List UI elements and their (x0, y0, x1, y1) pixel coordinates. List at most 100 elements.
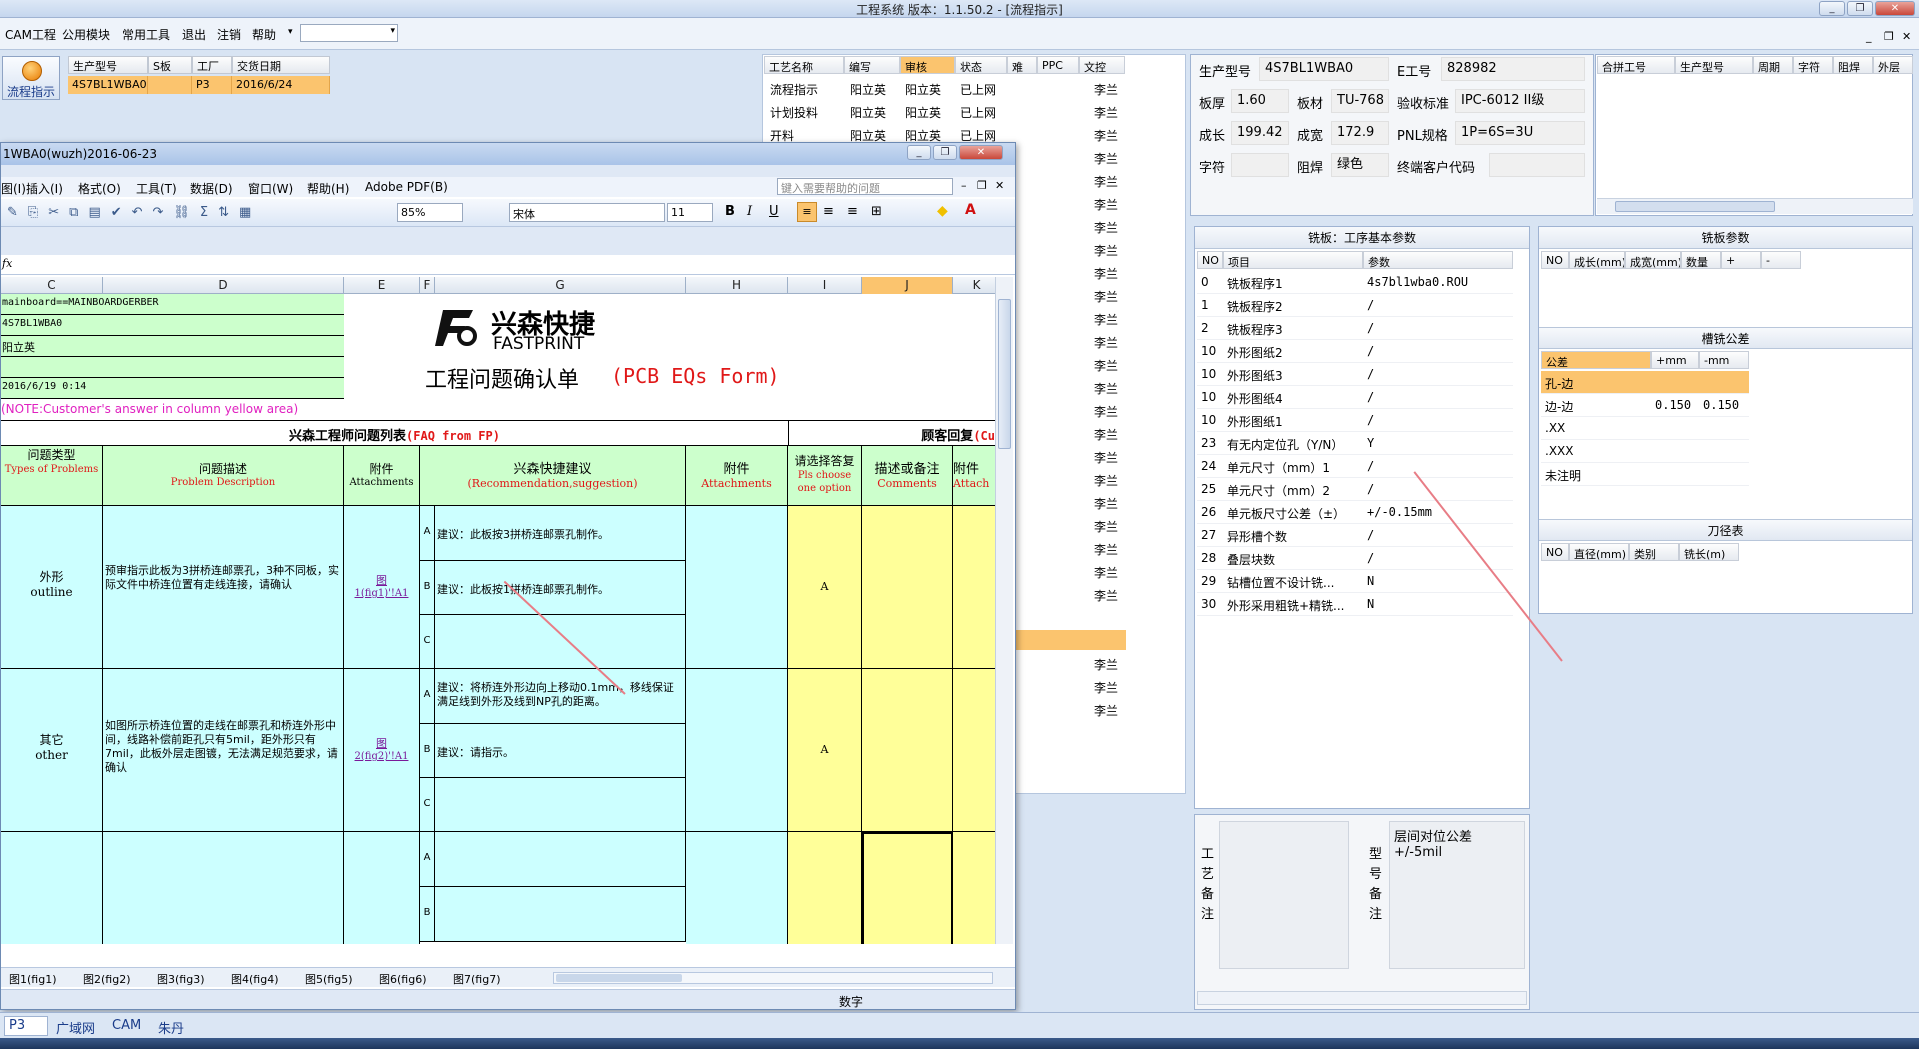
mill-params-header-length[interactable]: 成长(mm) (1569, 251, 1625, 269)
value-pnl-spec[interactable]: 1P=6S=3U (1455, 121, 1585, 145)
proc-header-writer[interactable]: 编写 (844, 56, 900, 74)
excel-menu-insert[interactable]: 插入(I) (26, 180, 63, 197)
issue1-opt-a-text[interactable]: 建议：此板按3拼桥连邮票孔制作。 (435, 506, 686, 561)
excel-doc-close-icon[interactable]: ✕ (995, 179, 1004, 192)
combine-hscroll-thumb[interactable] (1615, 201, 1775, 212)
mill-params-header-minus[interactable]: - (1761, 251, 1801, 269)
milling-row[interactable]: 1 铣板程序2 / (1197, 294, 1513, 317)
col-header-g[interactable]: G (435, 277, 686, 294)
menu-exit[interactable]: 退出 (182, 26, 206, 43)
excel-menu-view[interactable]: 图(I) (1, 180, 26, 197)
proc-header-review[interactable]: 审核 (900, 56, 955, 74)
model-remark-text[interactable]: 层间对位公差+/-5mil (1389, 821, 1525, 969)
excel-doc-restore-icon[interactable]: ❐ (977, 179, 987, 192)
issue1-comment[interactable] (862, 506, 953, 669)
col-header-f[interactable]: F (420, 277, 435, 294)
order-header-factory[interactable]: 工厂 (192, 56, 232, 74)
font-size-select[interactable]: 11 (667, 203, 713, 222)
excel-menu-data[interactable]: 数据(D) (190, 180, 233, 197)
mill-params-header-qty[interactable]: 数量 (1681, 251, 1721, 269)
mdi-minimize-icon[interactable]: _ (1866, 30, 1872, 43)
milling-row[interactable]: 24 单元尺寸（mm）1 / (1197, 455, 1513, 478)
col-header-j[interactable]: J (862, 277, 953, 294)
issue3-attachment[interactable] (344, 832, 420, 944)
value-model[interactable]: 4S7BL1WBA0 (1259, 57, 1389, 81)
excel-minimize-button[interactable]: _ (907, 145, 931, 160)
formula-bar[interactable]: fx (1, 255, 1015, 275)
col-header-c[interactable]: C (1, 277, 103, 294)
milling-row[interactable]: 30 外形采用粗铣+精铣... N (1197, 593, 1513, 616)
issue2-attach2[interactable] (686, 669, 788, 832)
tool-header-diameter[interactable]: 直径(mm) (1569, 543, 1629, 561)
combine-header-legend[interactable]: 字符 (1793, 56, 1833, 74)
issue2-attach-ref[interactable]: 2(fig2)'!A1 (344, 751, 419, 762)
menu-common-tools[interactable]: 常用工具 (122, 26, 170, 43)
excel-menu-window[interactable]: 窗口(W) (248, 180, 293, 197)
menu-common-modules[interactable]: 公用模块 (62, 26, 110, 43)
issue1-attachment[interactable]: 图 1(fig1)'!A1 (344, 506, 420, 669)
issue3-opt-b-text[interactable] (435, 887, 686, 942)
issue1-attach-link[interactable]: 图 (344, 572, 419, 588)
menu-help[interactable]: 帮助 (252, 26, 276, 43)
minimize-button[interactable]: _ (1819, 1, 1845, 16)
milling-row[interactable]: 23 有无内定位孔（Y/N） Y (1197, 432, 1513, 455)
milling-header-param[interactable]: 参数 (1363, 251, 1513, 269)
info-line[interactable]: 阳立英 (1, 336, 344, 357)
milling-row[interactable]: 2 铣板程序3 / (1197, 317, 1513, 340)
sheet-tab-fig4[interactable]: 图4(fig4) (231, 971, 279, 987)
milling-row[interactable]: 10 外形图纸4 / (1197, 386, 1513, 409)
milling-row[interactable]: 10 外形图纸3 / (1197, 363, 1513, 386)
slot-tol-row[interactable]: 未注明 (1541, 463, 1749, 486)
issue1-attach-ref[interactable]: 1(fig1)'!A1 (344, 588, 419, 599)
sheet-tab-fig1[interactable]: 图1(fig1) (9, 971, 57, 987)
excel-menu-adobe-pdf[interactable]: Adobe PDF(B) (365, 180, 448, 194)
proc-header-status[interactable]: 状态 (955, 56, 1007, 74)
issue3-answer[interactable] (788, 832, 862, 944)
col-header-e[interactable]: E (344, 277, 420, 294)
value-solder-mask[interactable]: 绿色 (1331, 153, 1389, 177)
order-cell-delivery[interactable]: 2016/6/24 (232, 76, 330, 94)
help-search-input[interactable]: 键入需要帮助的问题 (777, 178, 953, 195)
issue2-desc[interactable]: 如图所示桥连位置的走线在邮票孔和桥连外形中间，线路补偿前距孔只有5mil，距外形… (103, 669, 344, 832)
issue2-opt-b-text[interactable]: 建议：请指示。 (435, 724, 686, 778)
restore-button[interactable]: ❐ (1847, 1, 1873, 16)
font-color-icon[interactable]: A (965, 202, 976, 218)
order-header-delivery[interactable]: 交货日期 (232, 56, 330, 74)
milling-row[interactable]: 29 钻槽位置不设计铣... N (1197, 570, 1513, 593)
issue2-comment[interactable] (862, 669, 953, 832)
proc-header-ppc[interactable]: PPC (1037, 56, 1079, 74)
col-header-i[interactable]: I (788, 277, 862, 294)
order-cell-factory[interactable]: P3 (192, 76, 232, 94)
remarks-hscroll[interactable] (1197, 991, 1527, 1005)
value-width[interactable]: 172.9 (1331, 121, 1389, 145)
issue1-attach3[interactable] (953, 506, 995, 669)
issue2-attach-link[interactable]: 图 (344, 735, 419, 751)
sheet-tab-fig7[interactable]: 图7(fig7) (453, 971, 501, 987)
sheet-tab-fig2[interactable]: 图2(fig2) (83, 971, 131, 987)
align-center-icon[interactable]: ≡ (823, 204, 834, 219)
issue3-comment-active[interactable] (862, 832, 953, 944)
combine-header-job[interactable]: 合拼工号 (1597, 56, 1675, 74)
close-button[interactable]: ✕ (1875, 1, 1915, 16)
issue2-attach3[interactable] (953, 669, 995, 832)
issue2-opt-c-text[interactable] (435, 778, 686, 832)
issue1-opt-c-text[interactable] (435, 615, 686, 669)
issue1-desc[interactable]: 预审指示此板为3拼桥连邮票孔，3种不同板，实际文件中桥连位置有走线连接，请确认 (103, 506, 344, 669)
menu-cam[interactable]: CAM工程 (5, 26, 56, 43)
info-line[interactable] (1, 357, 344, 378)
font-select[interactable]: 宋体 (509, 203, 665, 222)
issue2-attachment[interactable]: 图 2(fig2)'!A1 (344, 669, 420, 832)
slot-tol-row[interactable]: 边-边 0.150 0.150 (1541, 394, 1749, 417)
menu-combo[interactable]: ▾ (300, 24, 398, 42)
merge-icon[interactable]: ⊞ (871, 204, 882, 219)
chevron-down-icon[interactable]: ▾ (288, 27, 293, 37)
issue2-answer[interactable]: A (788, 669, 862, 832)
scroll-thumb[interactable] (998, 299, 1011, 449)
toolbar-icons[interactable]: ✎⎘✂⧉▤✔↶↷⛓Σ⇅▦ (7, 205, 261, 220)
align-left-icon[interactable]: ≡ (797, 202, 817, 222)
mill-params-header-plus[interactable]: + (1721, 251, 1761, 269)
proc-header-name[interactable]: 工艺名称 (764, 56, 844, 74)
combine-header-model[interactable]: 生产型号 (1675, 56, 1753, 74)
tool-header-type[interactable]: 类别 (1629, 543, 1679, 561)
slot-tol-header-minus[interactable]: -mm (1699, 351, 1749, 369)
